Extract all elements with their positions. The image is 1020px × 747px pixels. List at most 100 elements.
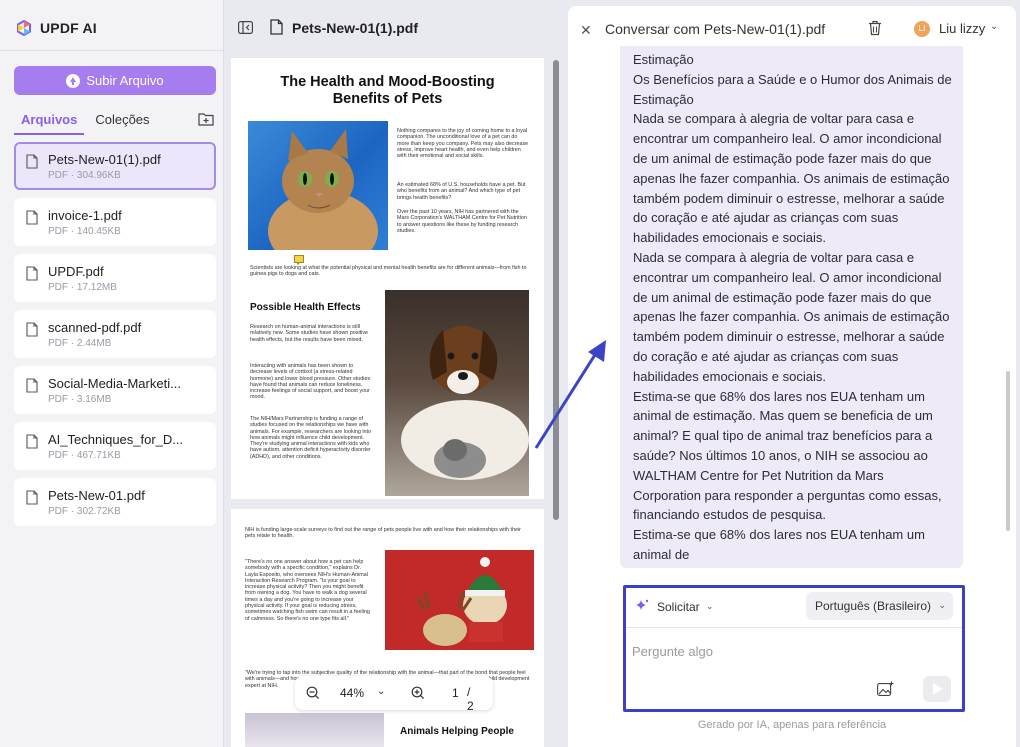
document-scrollbar[interactable]: [553, 60, 559, 520]
collapse-sidebar-icon[interactable]: [238, 21, 253, 34]
pdf-paragraph: Nothing compares to the joy of coming ho…: [397, 128, 529, 160]
message-line: Nada se compara à alegria de voltar para…: [633, 111, 915, 127]
message-line: Estima-se que 68% dos lares nos EUA tenh…: [633, 388, 925, 404]
chat-scrollbar[interactable]: [1006, 371, 1010, 531]
ai-disclaimer: Gerado por IA, apenas para referência: [697, 719, 887, 731]
sparkle-icon: [636, 599, 649, 610]
message-line: habilidades emocionais e sociais.: [633, 368, 826, 384]
zoom-level[interactable]: 44%: [340, 686, 364, 700]
message-line: apenas lhe fazer companhia. Os animais d…: [633, 309, 950, 325]
chevron-down-icon[interactable]: ⌄: [706, 601, 714, 612]
message-line: de um animal de estimação pode fazer mai…: [633, 289, 932, 305]
pdf-paragraph: Interacting with animals has been shown …: [250, 363, 371, 401]
cat-illustration: [268, 129, 378, 250]
file-name: Pets-New-01(1).pdf: [48, 152, 161, 167]
chat-title: Conversar com Pets-New-01(1).pdf: [605, 21, 826, 37]
zoom-out-icon[interactable]: [306, 686, 320, 700]
pdf-paragraph: Research on human-animal interactions is…: [250, 324, 369, 343]
pdf-paragraph: An estimated 68% of U.S. households have…: [397, 182, 526, 201]
message-line: saúde? Nos últimos 10 anos, o NIH se ass…: [633, 447, 928, 463]
tab-collections[interactable]: Coleções: [88, 108, 156, 133]
file-item[interactable]: Pets-New-01.pdf PDF · 302.72KB: [14, 478, 216, 526]
mode-selector[interactable]: Solicitar: [657, 600, 700, 614]
language-select[interactable]: Português (Brasileiro) ⌄: [806, 592, 953, 620]
app-name: UPDF AI: [40, 20, 97, 36]
dog-illustration: [401, 326, 529, 480]
add-image-icon[interactable]: [877, 681, 894, 696]
message-line: encontrar um companheiro leal. O amor in…: [633, 131, 942, 147]
upload-file-button[interactable]: Subir Arquivo: [14, 66, 216, 95]
file-list: Pets-New-01(1).pdf PDF · 304.96KB invoic…: [14, 142, 216, 534]
chat-panel: ✕ Conversar com Pets-New-01(1).pdf LI Li…: [568, 6, 1016, 747]
chevron-down-icon: ⌄: [938, 600, 946, 610]
chevron-down-icon[interactable]: ⌄: [990, 21, 998, 32]
pdf-section-title: Possible Health Effects: [250, 302, 361, 313]
message-line: habilidades emocionais e sociais.: [633, 230, 826, 246]
pdf-paragraph: NIH is funding large-scale surveys to fi…: [245, 527, 521, 540]
file-item[interactable]: scanned-pdf.pdf PDF · 2.44MB: [14, 310, 216, 358]
pdf-paragraph: Over the past 10 years, NIH has partnere…: [397, 209, 527, 234]
file-meta: PDF · 140.45KB: [48, 226, 121, 237]
message-line: WALTHAM Centre for Pet Nutrition da Mars: [633, 467, 884, 483]
ai-response-message: Estimação Os Benefícios para a Saúde e o…: [620, 46, 963, 568]
user-name[interactable]: Liu lizzy: [939, 21, 985, 36]
page-total-value: 2: [467, 699, 474, 713]
document-viewer: Pets-New-01(1).pdf The Health and Mood-B…: [225, 0, 563, 747]
file-meta: PDF · 302.72KB: [48, 506, 121, 517]
zoom-in-icon[interactable]: [411, 686, 425, 700]
message-line: de um animal de estimação pode fazer mai…: [633, 150, 932, 166]
file-name: invoice-1.pdf: [48, 208, 122, 223]
message-line: Nada se compara à alegria de voltar para…: [633, 249, 915, 265]
zoom-toolbar: 44% ⌄ 1 / 2: [295, 676, 493, 713]
comment-icon[interactable]: [294, 255, 304, 265]
file-meta: PDF · 2.44MB: [48, 338, 112, 349]
ask-input[interactable]: [632, 640, 952, 662]
file-name: Pets-New-01.pdf: [48, 488, 145, 503]
holiday-pets-illustration: [415, 557, 507, 646]
brand: UPDF AI: [16, 20, 97, 36]
tab-files[interactable]: Arquivos: [14, 108, 85, 135]
avatar[interactable]: LI: [914, 21, 930, 37]
new-folder-icon[interactable]: [198, 112, 214, 126]
divider: [0, 50, 223, 51]
document-icon: [26, 154, 38, 169]
file-item[interactable]: Pets-New-01(1).pdf PDF · 304.96KB: [14, 142, 216, 190]
file-item[interactable]: UPDF.pdf PDF · 17.12MB: [14, 254, 216, 302]
file-item[interactable]: invoice-1.pdf PDF · 140.45KB: [14, 198, 216, 246]
file-meta: PDF · 467.71KB: [48, 450, 121, 461]
file-name: AI_Techniques_for_D...: [48, 432, 184, 447]
page-total: / 2: [467, 685, 474, 713]
document-title: Pets-New-01(1).pdf: [292, 20, 419, 36]
document-icon: [26, 434, 38, 449]
document-icon: [270, 19, 283, 35]
file-item[interactable]: Social-Media-Marketi... PDF · 3.16MB: [14, 366, 216, 414]
message-line: animal de: [633, 546, 690, 562]
document-icon: [26, 266, 38, 281]
pdf-page-title: The Health and Mood-Boosting Benefits of…: [280, 74, 495, 107]
message-line: financiando estudos de pesquisa.: [633, 507, 826, 523]
close-icon[interactable]: ✕: [580, 22, 592, 39]
cat-photo: [248, 121, 388, 250]
updf-logo-icon: [17, 20, 31, 36]
hands-photo: [245, 713, 384, 747]
message-line: do coração e até ajudar as crianças com …: [633, 348, 899, 364]
dog-and-cat-photo: [385, 290, 529, 496]
pdf-paragraph: "There's no one answer about how a pet c…: [245, 559, 370, 622]
file-name: UPDF.pdf: [48, 264, 104, 279]
send-button[interactable]: [923, 676, 951, 702]
file-meta: PDF · 17.12MB: [48, 282, 117, 293]
pdf-page-1: The Health and Mood-Boosting Benefits of…: [231, 58, 544, 499]
chevron-down-icon[interactable]: ⌄: [377, 686, 385, 697]
document-icon: [26, 322, 38, 337]
trash-icon[interactable]: [868, 20, 882, 36]
file-item[interactable]: AI_Techniques_for_D... PDF · 467.71KB: [14, 422, 216, 470]
document-icon: [26, 378, 38, 393]
message-line: Estimação: [633, 52, 694, 67]
document-header: Pets-New-01(1).pdf: [225, 0, 563, 55]
current-page[interactable]: 1: [452, 686, 459, 700]
file-name: Social-Media-Marketi...: [48, 376, 181, 391]
pdf-page-2: NIH is funding large-scale surveys to fi…: [231, 509, 544, 747]
message-line: animal? E qual tipo de animal traz benef…: [633, 428, 933, 444]
sidebar-tabs: Arquivos Coleções: [14, 108, 216, 135]
chat-input-box: Solicitar ⌄ Português (Brasileiro) ⌄: [623, 585, 965, 712]
